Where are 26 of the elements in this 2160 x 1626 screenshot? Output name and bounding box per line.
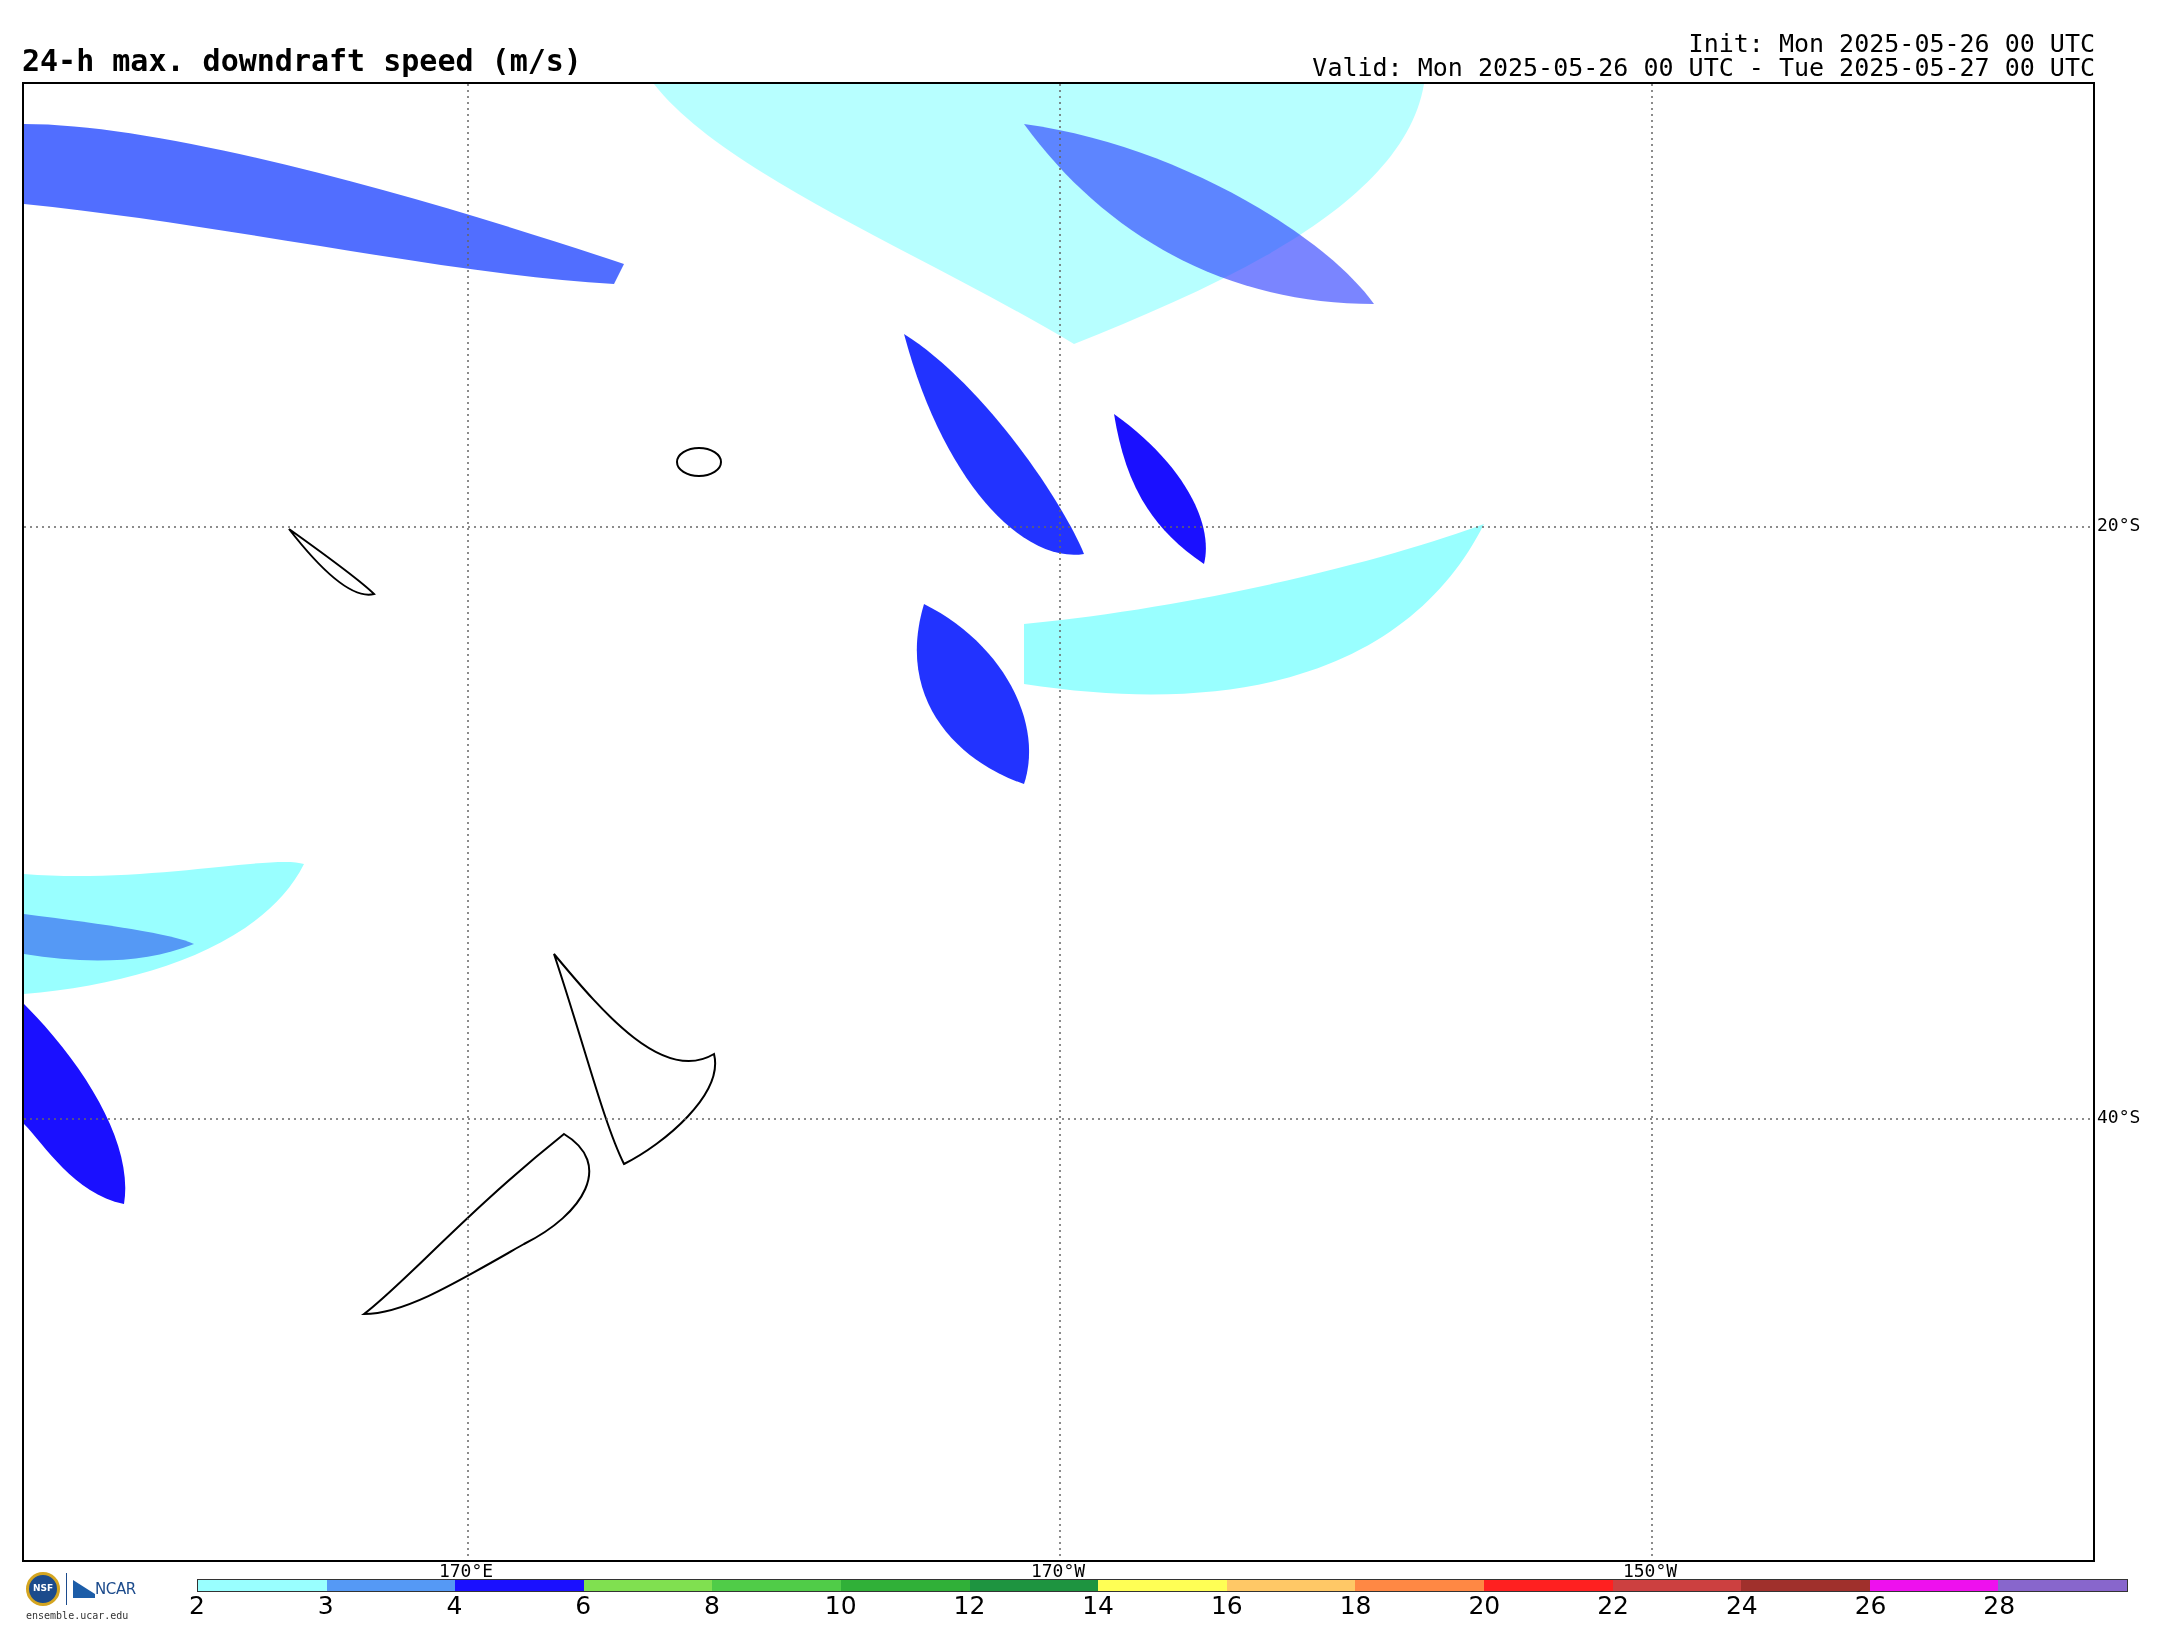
site-url: ensemble.ucar.edu bbox=[26, 1609, 129, 1623]
latitude-label: 40°S bbox=[2097, 1108, 2141, 1126]
tick-label: 26 bbox=[1854, 1593, 1887, 1618]
tick-label: 3 bbox=[317, 1593, 334, 1618]
tick-label: 20 bbox=[1468, 1593, 1501, 1618]
longitude-label: 170°E bbox=[438, 1562, 494, 1580]
chart-title: 24-h max. downdraft speed (m/s) bbox=[22, 46, 582, 76]
tick-label: 14 bbox=[1082, 1593, 1115, 1618]
init-time: Init: Mon 2025-05-26 00 UTC bbox=[1688, 32, 2095, 56]
tick-label: 6 bbox=[575, 1593, 592, 1618]
tick-label: 2 bbox=[189, 1593, 205, 1618]
tick-label: 16 bbox=[1210, 1593, 1243, 1618]
nsf-logo: NSF bbox=[26, 1572, 60, 1606]
longitude-label: 170°W bbox=[1030, 1562, 1086, 1580]
ncar-logo: NCAR bbox=[73, 1577, 136, 1601]
tick-label: 24 bbox=[1725, 1593, 1758, 1618]
tick-label: 28 bbox=[1983, 1593, 2016, 1618]
tick-label: 12 bbox=[953, 1593, 986, 1618]
tick-label: 8 bbox=[703, 1593, 720, 1618]
tick-label: 4 bbox=[446, 1593, 463, 1618]
latitude-label: 20°S bbox=[2097, 516, 2141, 534]
tick-label: 10 bbox=[824, 1593, 857, 1618]
valid-time: Valid: Mon 2025-05-26 00 UTC - Tue 2025-05-27 00 UTC bbox=[1312, 56, 2095, 80]
longitude-label: 150°W bbox=[1622, 1562, 1678, 1580]
tick-label: 22 bbox=[1597, 1593, 1629, 1618]
tick-label: 18 bbox=[1339, 1593, 1372, 1618]
